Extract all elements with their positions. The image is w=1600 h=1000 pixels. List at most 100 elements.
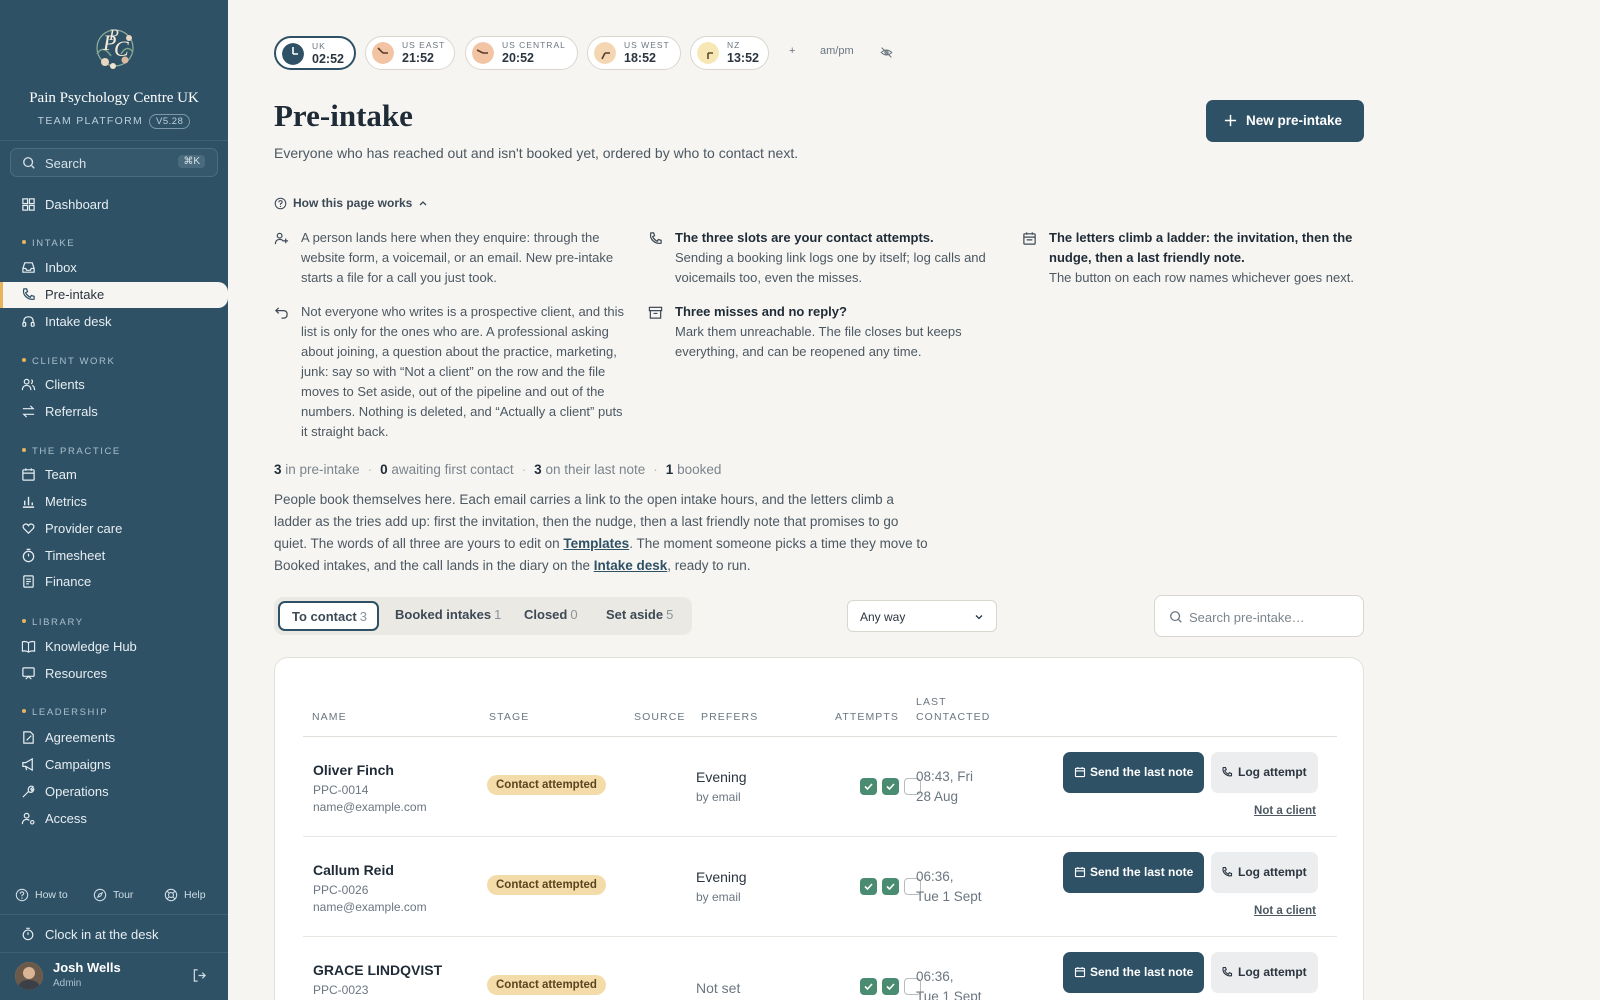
brand-logo: P C P bbox=[96, 27, 134, 69]
page-subtitle: Everyone who has reached out and isn't b… bbox=[274, 145, 799, 161]
sidebar-item-dashboard[interactable]: Dashboard bbox=[0, 192, 228, 218]
timezone-us-east[interactable]: US EAST 21:52 bbox=[365, 36, 455, 70]
how-label: How this page works bbox=[293, 196, 413, 210]
sidebar-item-resources[interactable]: Resources bbox=[0, 661, 228, 687]
sidebar-item-label: Metrics bbox=[45, 494, 87, 509]
log-attempt-button[interactable]: Log attempt bbox=[1211, 952, 1318, 993]
info-text: Mark them unreachable. The file closes b… bbox=[675, 324, 962, 359]
calendar-icon bbox=[1074, 767, 1086, 778]
sidebar-item-access[interactable]: Access bbox=[0, 806, 228, 832]
send-last-note-button[interactable]: Send the last note bbox=[1063, 752, 1204, 793]
send-last-note-button[interactable]: Send the last note bbox=[1063, 852, 1204, 893]
log-attempt-button[interactable]: Log attempt bbox=[1211, 852, 1318, 893]
clock-in-button[interactable]: Clock in at the desk bbox=[0, 922, 228, 946]
section-intake: INTAKE bbox=[22, 238, 75, 249]
search-shortcut: ⌘K bbox=[178, 155, 205, 168]
users-icon bbox=[21, 378, 36, 391]
check-icon bbox=[864, 983, 873, 991]
timezone-us-central[interactable]: US CENTRAL 20:52 bbox=[465, 36, 578, 70]
tab-closed[interactable]: Closed 0 bbox=[512, 601, 590, 631]
not-a-client-link[interactable]: Not a client bbox=[1254, 805, 1316, 817]
templates-link[interactable]: Templates bbox=[563, 536, 629, 551]
tab-label: Booked intakes bbox=[395, 607, 492, 622]
timezone-time: 13:52 bbox=[727, 51, 759, 65]
timezone-label: US WEST bbox=[624, 40, 670, 50]
timezone-nz[interactable]: NZ 13:52 bbox=[690, 36, 769, 70]
pre-intake-table: NAME STAGE SOURCE PREFERS ATTEMPTS LAST C… bbox=[274, 657, 1364, 1000]
tab-booked-intakes[interactable]: Booked intakes 1 bbox=[383, 601, 509, 631]
client-name[interactable]: Callum Reid bbox=[313, 862, 394, 878]
log-attempt-button[interactable]: Log attempt bbox=[1211, 752, 1318, 793]
attempt-checkbox[interactable] bbox=[860, 978, 877, 995]
timezone-uk[interactable]: UK 02:52 bbox=[274, 36, 356, 70]
sidebar-item-metrics[interactable]: Metrics bbox=[0, 489, 228, 515]
platform-label: TEAM PLATFORM V5.28 bbox=[0, 114, 228, 129]
sidebar-item-finance[interactable]: Finance bbox=[0, 569, 228, 595]
sidebar-item-pre-intake[interactable]: Pre-intake bbox=[0, 282, 228, 308]
client-name[interactable]: Oliver Finch bbox=[313, 762, 394, 778]
sidebar-item-intake-desk[interactable]: Intake desk bbox=[0, 309, 228, 335]
count-in-pre-intake: 3 bbox=[274, 462, 282, 477]
user-profile[interactable]: Josh Wells Admin bbox=[0, 956, 228, 1000]
info-letters-ladder: The letters climb a ladder: the invitati… bbox=[1022, 228, 1370, 288]
sidebar-item-label: Dashboard bbox=[45, 197, 109, 212]
sidebar-item-label: Knowledge Hub bbox=[45, 639, 137, 654]
check-icon bbox=[886, 883, 895, 891]
sidebar-item-provider-care[interactable]: Provider care bbox=[0, 516, 228, 542]
table-row: Callum Reid PPC-0026 name@example.com Co… bbox=[303, 837, 1337, 937]
attempt-checkbox[interactable] bbox=[860, 778, 877, 795]
tab-set-aside[interactable]: Set aside 5 bbox=[594, 601, 686, 631]
search-icon bbox=[1170, 611, 1182, 623]
sidebar-divider bbox=[0, 952, 228, 953]
check-icon bbox=[886, 783, 895, 791]
logout-icon[interactable] bbox=[192, 968, 207, 983]
column-header-prefers: PREFERS bbox=[701, 711, 759, 723]
ampm-toggle[interactable]: am/pm bbox=[820, 45, 854, 57]
sidebar-item-operations[interactable]: Operations bbox=[0, 779, 228, 805]
attempt-checkbox[interactable] bbox=[882, 978, 899, 995]
info-text: Not everyone who writes is a prospective… bbox=[301, 304, 624, 439]
new-pre-intake-button[interactable]: New pre-intake bbox=[1206, 100, 1364, 142]
hide-icon[interactable] bbox=[880, 46, 893, 59]
add-timezone-button[interactable]: + bbox=[789, 45, 795, 57]
sidebar-item-label: Intake desk bbox=[45, 314, 112, 329]
sidebar-item-referrals[interactable]: Referrals bbox=[0, 399, 228, 425]
sidebar-item-knowledge-hub[interactable]: Knowledge Hub bbox=[0, 634, 228, 660]
attempt-checkbox[interactable] bbox=[860, 878, 877, 895]
not-a-client-link[interactable]: Not a client bbox=[1254, 905, 1316, 917]
megaphone-icon bbox=[22, 757, 33, 772]
sidebar-item-label: Team bbox=[45, 467, 77, 482]
tab-count: 3 bbox=[359, 609, 367, 624]
send-last-note-button[interactable]: Send the last note bbox=[1063, 952, 1204, 993]
attempt-checkbox[interactable] bbox=[882, 778, 899, 795]
sidebar-item-label: Pre-intake bbox=[45, 287, 105, 302]
send-label: Send the last note bbox=[1090, 865, 1194, 879]
attempt-checkbox[interactable] bbox=[882, 878, 899, 895]
sidebar-item-agreements[interactable]: Agreements bbox=[0, 725, 228, 751]
client-name[interactable]: GRACE LINDQVIST bbox=[313, 962, 442, 978]
pipeline-tabs: To contact 3 Booked intakes 1 Closed 0 Set … bbox=[274, 597, 692, 635]
sidebar-item-clients[interactable]: Clients bbox=[0, 372, 228, 398]
avatar bbox=[15, 962, 43, 990]
sidebar-item-inbox[interactable]: Inbox bbox=[0, 255, 228, 281]
search-input[interactable] bbox=[1189, 607, 1349, 627]
count-awaiting: 0 bbox=[380, 462, 388, 477]
sidebar-search[interactable]: Search ⌘K bbox=[10, 148, 218, 177]
sidebar-item-campaigns[interactable]: Campaigns bbox=[0, 752, 228, 778]
timezone-us-west[interactable]: US WEST 18:52 bbox=[587, 36, 681, 70]
sidebar-item-label: Agreements bbox=[45, 730, 116, 745]
sidebar-item-timesheet[interactable]: Timesheet bbox=[0, 543, 228, 569]
timezone-time: 20:52 bbox=[502, 51, 534, 65]
calendar-icon bbox=[22, 468, 35, 481]
phone-icon bbox=[1222, 966, 1233, 977]
intake-desk-link[interactable]: Intake desk bbox=[594, 558, 668, 573]
info-three-misses: Three misses and no reply? Mark them unre… bbox=[648, 302, 1000, 362]
header-line: CONTACTED bbox=[916, 711, 991, 723]
tab-to-contact[interactable]: To contact 3 bbox=[278, 601, 379, 631]
sidebar-item-team[interactable]: Team bbox=[0, 462, 228, 488]
archive-icon bbox=[648, 306, 663, 319]
contact-method-select[interactable]: Any way bbox=[847, 600, 997, 632]
tab-label: Closed bbox=[524, 607, 568, 622]
sidebar-item-label: Operations bbox=[45, 784, 109, 799]
info-title: The three slots are your contact attempt… bbox=[675, 230, 934, 245]
